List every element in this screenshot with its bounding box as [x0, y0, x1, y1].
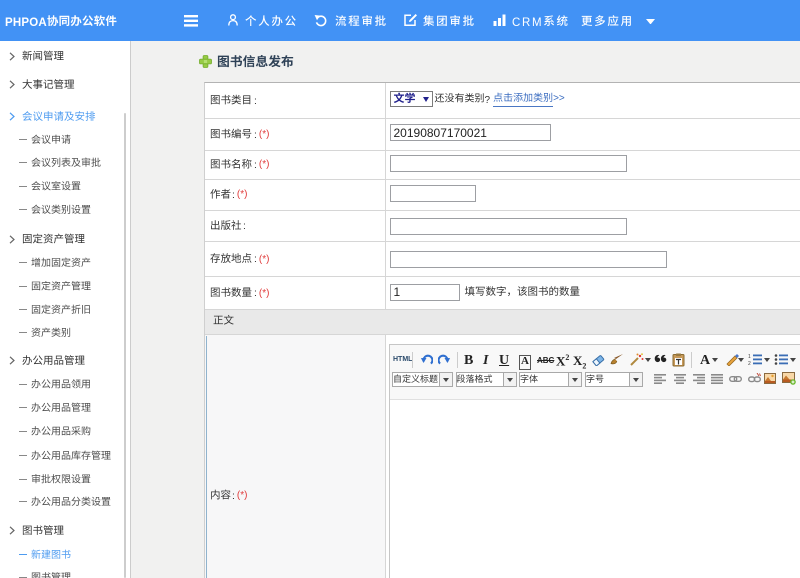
svg-text:1: 1 — [748, 354, 751, 360]
svg-text:2: 2 — [748, 361, 751, 366]
